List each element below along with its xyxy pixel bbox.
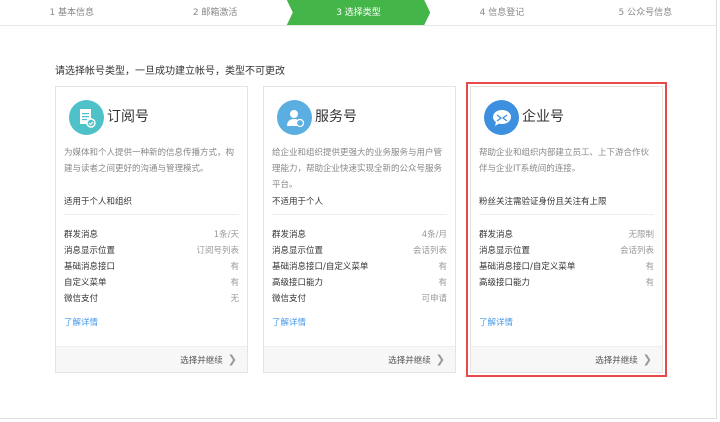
feature-name: 消息显示位置 [272, 243, 323, 259]
feature-value: 无 [230, 291, 239, 307]
user-service-icon [277, 100, 312, 135]
step-label: 5 公众号信息 [619, 8, 673, 18]
chevron-right-icon: ❯ [228, 347, 237, 373]
chat-bubble-icon [484, 100, 519, 135]
feature-value: 1条/天 [214, 227, 239, 243]
feature-row: 群发消息 1条/天 [64, 227, 239, 243]
step-1: 1 基本信息 [0, 0, 143, 25]
card-title: 企业号 [522, 106, 564, 126]
feature-name: 微信支付 [64, 291, 98, 307]
card-title: 服务号 [315, 106, 357, 126]
feature-row: 基础消息接口/自定义菜单 有 [479, 259, 654, 275]
feature-list: 群发消息1条/天消息显示位置订阅号列表基础消息接口有自定义菜单有微信支付无 [64, 227, 239, 307]
feature-value: 有 [438, 259, 447, 275]
feature-name: 群发消息 [64, 227, 98, 243]
feature-row: 基础消息接口/自定义菜单 有 [272, 259, 447, 275]
feature-row: 高级接口能力 有 [272, 275, 447, 291]
select-continue-button[interactable]: 选择并继续 ❯ [471, 346, 662, 372]
button-label: 选择并继续 [595, 356, 638, 366]
step-4: 4 信息登记 [430, 0, 573, 25]
feature-value: 订阅号列表 [196, 243, 239, 259]
feature-name: 消息显示位置 [64, 243, 115, 259]
feature-value: 会话列表 [620, 243, 654, 259]
button-label: 选择并继续 [388, 356, 431, 366]
feature-row: 消息显示位置 会话列表 [272, 243, 447, 259]
feature-name: 基础消息接口/自定义菜单 [272, 259, 368, 275]
feature-value: 4条/月 [422, 227, 447, 243]
account-type-card-1[interactable]: 订阅号 为媒体和个人提供一种新的信息传播方式，构建与读者之间更好的沟通与管理模式… [55, 86, 248, 373]
feature-value: 可申请 [421, 291, 447, 307]
feature-row: 群发消息 4条/月 [272, 227, 447, 243]
select-continue-button[interactable]: 选择并继续 ❯ [264, 346, 455, 372]
card-title: 订阅号 [107, 106, 149, 126]
feature-value: 有 [645, 275, 654, 291]
feature-list: 群发消息4条/月消息显示位置会话列表基础消息接口/自定义菜单有高级接口能力有微信… [272, 227, 447, 307]
step-label: 3 选择类型 [336, 8, 381, 18]
feature-value: 有 [438, 275, 447, 291]
feature-row: 消息显示位置 会话列表 [479, 243, 654, 259]
intro-text: 请选择帐号类型，一旦成功建立帐号，类型不可更改 [55, 62, 285, 77]
feature-list: 群发消息无限制消息显示位置会话列表基础消息接口/自定义菜单有高级接口能力有 [479, 227, 654, 291]
chevron-right-icon: ❯ [643, 347, 652, 373]
card-description: 给企业和组织提供更强大的业务服务与用户管理能力，帮助企业快速实现全新的公众号服务… [272, 145, 450, 193]
feature-value: 有 [645, 259, 654, 275]
step-3-active: 3 选择类型 [287, 0, 430, 25]
feature-value: 无限制 [628, 227, 654, 243]
feature-row: 消息显示位置 订阅号列表 [64, 243, 239, 259]
feature-name: 消息显示位置 [479, 243, 530, 259]
feature-name: 自定义菜单 [64, 275, 107, 291]
step-5: 5 公众号信息 [574, 0, 717, 25]
feature-row: 微信支付 可申请 [272, 291, 447, 307]
feature-name: 基础消息接口 [64, 259, 115, 275]
feature-name: 高级接口能力 [479, 275, 530, 291]
step-label: 4 信息登记 [480, 8, 525, 18]
feature-value: 会话列表 [413, 243, 447, 259]
select-continue-button[interactable]: 选择并继续 ❯ [56, 346, 247, 372]
card-suitability: 适用于个人和组织 [64, 195, 132, 207]
button-label: 选择并继续 [180, 356, 223, 366]
learn-more-link[interactable]: 了解详情 [479, 316, 513, 328]
document-check-icon [69, 100, 104, 135]
feature-row: 基础消息接口 有 [64, 259, 239, 275]
card-suitability: 粉丝关注需验证身份且关注有上限 [479, 195, 607, 207]
feature-name: 群发消息 [479, 227, 513, 243]
card-description: 帮助企业和组织内部建立员工、上下游合作伙伴与企业IT系统间的连接。 [479, 145, 657, 177]
feature-name: 高级接口能力 [272, 275, 323, 291]
feature-name: 基础消息接口/自定义菜单 [479, 259, 575, 275]
step-label: 1 基本信息 [49, 8, 94, 18]
learn-more-link[interactable]: 了解详情 [64, 316, 98, 328]
feature-name: 微信支付 [272, 291, 306, 307]
feature-row: 群发消息 无限制 [479, 227, 654, 243]
divider [272, 214, 447, 215]
step-2: 2 邮箱激活 [143, 0, 286, 25]
feature-name: 群发消息 [272, 227, 306, 243]
feature-row: 自定义菜单 有 [64, 275, 239, 291]
feature-value: 有 [230, 259, 239, 275]
account-type-card-3[interactable]: 企业号 帮助企业和组织内部建立员工、上下游合作伙伴与企业IT系统间的连接。 粉丝… [470, 86, 663, 373]
divider [479, 214, 654, 215]
step-label: 2 邮箱激活 [193, 8, 238, 18]
learn-more-link[interactable]: 了解详情 [272, 316, 306, 328]
card-suitability: 不适用于个人 [272, 195, 323, 207]
step-progress-bar: 1 基本信息 2 邮箱激活 3 选择类型 4 信息登记 5 公众号信息 [0, 0, 717, 26]
feature-value: 有 [230, 275, 239, 291]
divider [64, 214, 239, 215]
account-type-card-2[interactable]: 服务号 给企业和组织提供更强大的业务服务与用户管理能力，帮助企业快速实现全新的公… [263, 86, 456, 373]
chevron-right-icon: ❯ [436, 347, 445, 373]
feature-row: 微信支付 无 [64, 291, 239, 307]
card-description: 为媒体和个人提供一种新的信息传播方式，构建与读者之间更好的沟通与管理模式。 [64, 145, 242, 177]
feature-row: 高级接口能力 有 [479, 275, 654, 291]
